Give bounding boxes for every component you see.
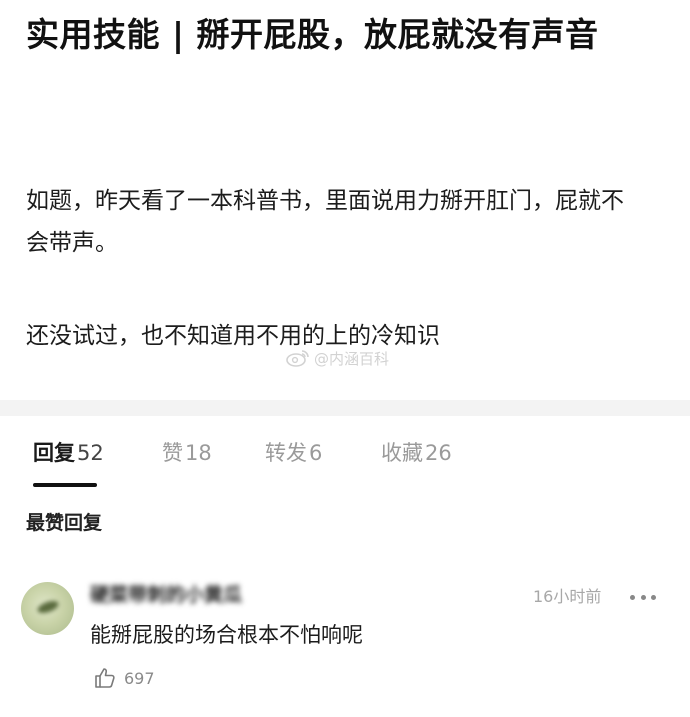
post-paragraph-1: 如题，昨天看了一本科普书，里面说用力掰开肛门，屁就不会带声。 [26, 188, 624, 256]
tab-reposts-label: 转发 [265, 441, 307, 465]
comment-text: 能掰屁股的场合根本不怕响呢 [90, 623, 363, 647]
tab-favorites-label: 收藏 [381, 441, 423, 465]
comment-time: 16小时前 [533, 587, 602, 606]
tab-replies-count: 52 [77, 441, 104, 465]
tab-favorites[interactable]: 收藏26 [381, 438, 452, 468]
tab-replies-label: 回复 [33, 441, 75, 465]
avatar[interactable] [21, 582, 74, 635]
tab-likes[interactable]: 赞18 [162, 438, 212, 468]
tab-reposts-count: 6 [309, 441, 323, 465]
tab-reposts[interactable]: 转发6 [265, 438, 322, 468]
thumbs-up-icon [95, 668, 115, 688]
comment-nickname[interactable]: 硬菜带刺的小黄瓜 [90, 582, 262, 608]
post-title: 实用技能 | 掰开屁股，放屁就没有声音 [26, 15, 599, 54]
active-tab-indicator [33, 483, 97, 487]
interaction-tabs: 回复52 赞18 转发6 收藏26 [0, 416, 690, 488]
tab-likes-count: 18 [185, 441, 212, 465]
watermark: @内涵百科 [286, 345, 389, 371]
post-content: 实用技能 | 掰开屁股，放屁就没有声音 如题，昨天看了一本科普书，里面说用力掰开… [0, 0, 690, 400]
tab-replies[interactable]: 回复52 [33, 438, 104, 468]
more-dots-icon[interactable] [630, 586, 656, 608]
weibo-icon [286, 350, 309, 367]
section-title-top-replies: 最赞回复 [26, 512, 103, 534]
section-divider [0, 400, 690, 416]
like-count: 697 [124, 668, 155, 688]
like-button[interactable]: 697 [94, 664, 155, 692]
comment-item: 硬菜带刺的小黄瓜 16小时前 能掰屁股的场合根本不怕响呢 697 [0, 570, 690, 717]
watermark-text: @内涵百科 [314, 349, 390, 368]
tab-likes-label: 赞 [162, 441, 183, 465]
tab-favorites-count: 26 [425, 441, 452, 465]
